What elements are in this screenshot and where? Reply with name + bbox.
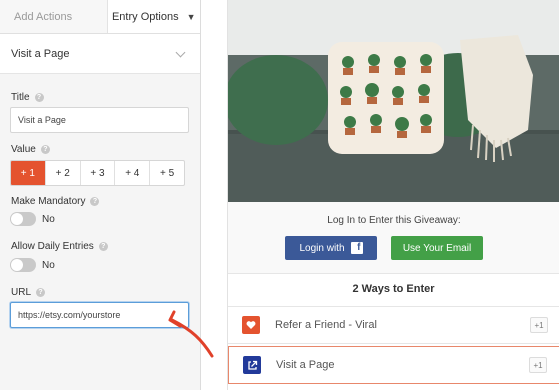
daily-entries-state: No xyxy=(42,259,55,271)
chevron-down-icon: ▼ xyxy=(186,11,196,22)
url-input-value: https://etsy.com/yourstore xyxy=(18,310,121,320)
value-label: Value ? xyxy=(11,144,50,155)
help-icon[interactable]: ? xyxy=(90,197,100,206)
entry-label: Visit a Page xyxy=(276,359,335,371)
title-label: Title ? xyxy=(11,92,44,103)
login-section: Log In to Enter this Giveaway: Login wit… xyxy=(228,202,559,274)
tab-entry-options[interactable]: Entry Options ▼ xyxy=(107,0,200,33)
mandatory-toggle-row: No xyxy=(10,212,55,226)
section-header[interactable]: Visit a Page xyxy=(0,34,200,74)
login-email-button[interactable]: Use Your Email xyxy=(391,236,483,260)
url-label: URL ? xyxy=(11,287,46,298)
entry-refer-a-friend[interactable]: Refer a Friend - Viral +1 xyxy=(228,306,559,344)
url-label-text: URL xyxy=(11,287,32,298)
value-option-5[interactable]: + 5 xyxy=(150,161,184,185)
section-title: Visit a Page xyxy=(11,47,70,60)
title-label-text: Title xyxy=(11,92,30,103)
daily-entries-label-text: Allow Daily Entries xyxy=(11,241,94,252)
help-icon[interactable]: ? xyxy=(34,93,44,102)
value-option-2[interactable]: + 2 xyxy=(46,161,81,185)
mandatory-state: No xyxy=(42,213,55,225)
help-icon[interactable]: ? xyxy=(40,145,50,154)
login-email-label: Use Your Email xyxy=(402,242,472,254)
login-facebook-button[interactable]: Login with f xyxy=(285,236,377,260)
value-option-1[interactable]: + 1 xyxy=(11,161,46,185)
entry-visit-a-page[interactable]: Visit a Page +1 xyxy=(228,346,559,384)
daily-entries-toggle[interactable] xyxy=(10,258,36,272)
heart-icon xyxy=(242,316,260,334)
external-link-icon xyxy=(243,356,261,374)
mandatory-toggle[interactable] xyxy=(10,212,36,226)
mandatory-label-text: Make Mandatory xyxy=(11,196,86,207)
chevron-down-icon[interactable] xyxy=(176,49,186,59)
value-label-text: Value xyxy=(11,144,36,155)
entry-label: Refer a Friend - Viral xyxy=(275,319,377,331)
title-input[interactable]: Visit a Page xyxy=(10,107,189,133)
entry-badge: +1 xyxy=(530,317,548,333)
mandatory-label: Make Mandatory ? xyxy=(11,196,100,207)
daily-entries-toggle-row: No xyxy=(10,258,55,272)
value-option-4[interactable]: + 4 xyxy=(115,161,151,185)
value-selector: + 1 + 2 + 3 + 4 + 5 xyxy=(10,160,185,186)
help-icon[interactable]: ? xyxy=(36,288,46,297)
tab-add-actions-label: Add Actions xyxy=(14,10,73,23)
tab-add-actions[interactable]: Add Actions xyxy=(0,0,108,33)
help-icon[interactable]: ? xyxy=(98,242,108,251)
facebook-icon: f xyxy=(350,242,363,254)
entry-badge: +1 xyxy=(529,357,547,373)
value-option-3[interactable]: + 3 xyxy=(81,161,116,185)
title-input-value: Visit a Page xyxy=(18,115,66,125)
login-facebook-label: Login with xyxy=(299,242,345,254)
tab-entry-options-label: Entry Options xyxy=(111,10,179,23)
daily-entries-label: Allow Daily Entries ? xyxy=(11,241,108,252)
panel-tabs: Add Actions Entry Options ▼ xyxy=(0,0,200,34)
giveaway-image xyxy=(228,0,559,202)
annotation-arrow-icon xyxy=(168,310,214,358)
login-title: Log In to Enter this Giveaway: xyxy=(327,215,461,226)
giveaway-preview: Log In to Enter this Giveaway: Login wit… xyxy=(227,0,559,390)
ways-to-enter-title: 2 Ways to Enter xyxy=(352,283,435,295)
